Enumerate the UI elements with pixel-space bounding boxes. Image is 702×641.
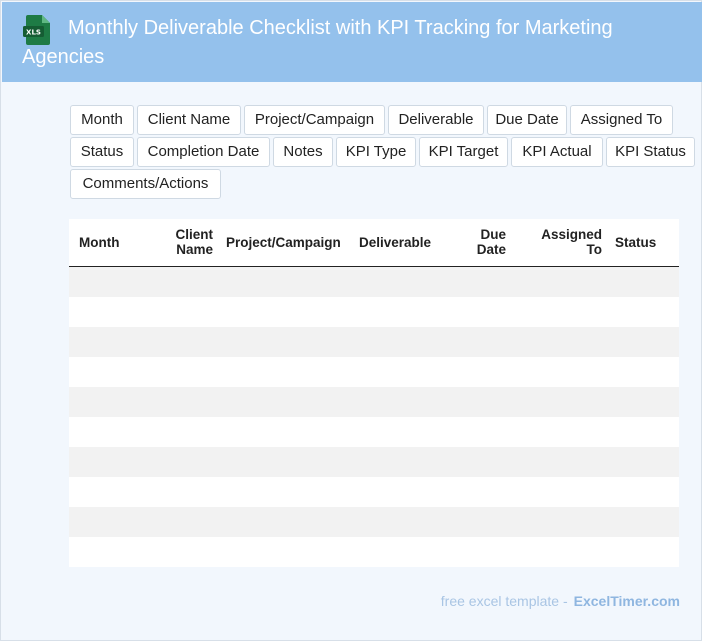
field-chip-deliverable[interactable]: Deliverable: [388, 105, 484, 135]
table-row[interactable]: [69, 477, 679, 507]
column-header-project-campaign: Project/Campaign: [226, 234, 341, 250]
column-header-month: Month: [79, 234, 120, 250]
field-chip-due-date[interactable]: Due Date: [487, 105, 567, 135]
field-chip-project-campaign[interactable]: Project/Campaign: [244, 105, 385, 135]
table-row[interactable]: [69, 507, 679, 537]
page-title: Monthly Deliverable Checklist with KPI T…: [22, 17, 613, 68]
field-chip-assigned-to[interactable]: Assigned To: [570, 105, 673, 135]
table-row[interactable]: [69, 297, 679, 327]
footer-credit: free excel template - ExcelTimer.com: [441, 593, 680, 609]
field-chip-kpi-actual[interactable]: KPI Actual: [511, 137, 603, 167]
table-header: Month Client Name Project/Campaign Deliv…: [69, 219, 679, 267]
page-frame: XLS Monthly Deliverable Checklist with K…: [0, 0, 702, 641]
table-row[interactable]: [69, 267, 679, 297]
field-chip-month[interactable]: Month: [70, 105, 134, 135]
field-chip-status[interactable]: Status: [70, 137, 134, 167]
table-row[interactable]: [69, 447, 679, 477]
field-chip-kpi-status[interactable]: KPI Status: [606, 137, 695, 167]
table-row[interactable]: [69, 387, 679, 417]
field-chip-notes[interactable]: Notes: [273, 137, 333, 167]
footer-brand-link[interactable]: ExcelTimer.com: [574, 593, 680, 609]
table-row[interactable]: [69, 357, 679, 387]
field-chip-kpi-type[interactable]: KPI Type: [336, 137, 416, 167]
checklist-table: Month Client Name Project/Campaign Deliv…: [69, 219, 679, 567]
table-row[interactable]: [69, 327, 679, 357]
column-header-assigned-to: Assigned To: [541, 227, 602, 257]
footer-text: free excel template -: [440, 593, 568, 609]
field-chip-kpi-target[interactable]: KPI Target: [419, 137, 508, 167]
column-header-deliverable: Deliverable: [359, 234, 432, 250]
field-chip-completion-date[interactable]: Completion Date: [137, 137, 270, 167]
field-chip-comments-actions[interactable]: Comments/Actions: [70, 169, 221, 199]
column-header-due-date: Due Date: [476, 227, 506, 257]
table-row[interactable]: [69, 537, 679, 567]
column-header-status: Status: [615, 234, 657, 250]
column-header-client-name: Client Name: [175, 227, 213, 257]
table-row[interactable]: [69, 417, 679, 447]
field-chip-client-name[interactable]: Client Name: [137, 105, 241, 135]
